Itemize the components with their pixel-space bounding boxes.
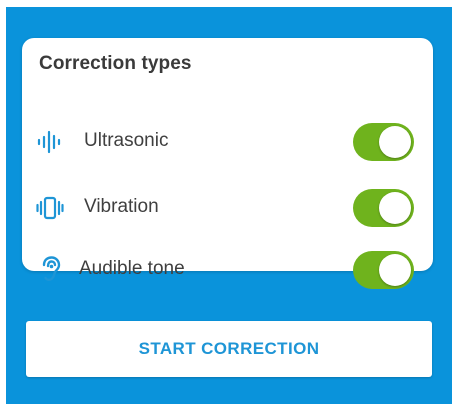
app-screen: Correction types Ultrasonic Vibration Au…	[6, 7, 452, 404]
toggle-knob	[379, 192, 411, 224]
start-correction-button[interactable]: START CORRECTION	[26, 321, 432, 377]
correction-label-vibration: Vibration	[84, 196, 159, 217]
correction-row-vibration: Vibration	[22, 188, 433, 228]
ultrasonic-wave-icon	[36, 130, 64, 154]
correction-types-card: Correction types Ultrasonic Vibration Au…	[22, 38, 433, 289]
ear-icon	[39, 256, 67, 282]
start-correction-label: START CORRECTION	[138, 339, 320, 358]
correction-label-audible-tone: Audible tone	[79, 258, 185, 279]
correction-label-ultrasonic: Ultrasonic	[84, 130, 169, 151]
audible-tone-toggle[interactable]	[353, 251, 414, 289]
card-title: Correction types	[39, 53, 192, 74]
toggle-knob	[379, 126, 411, 158]
ultrasonic-toggle[interactable]	[353, 123, 414, 161]
vibration-icon	[36, 196, 64, 220]
vibration-toggle[interactable]	[353, 189, 414, 227]
correction-row-audible-tone: Audible tone	[22, 250, 433, 290]
toggle-knob	[379, 254, 411, 286]
correction-row-ultrasonic: Ultrasonic	[22, 122, 433, 162]
